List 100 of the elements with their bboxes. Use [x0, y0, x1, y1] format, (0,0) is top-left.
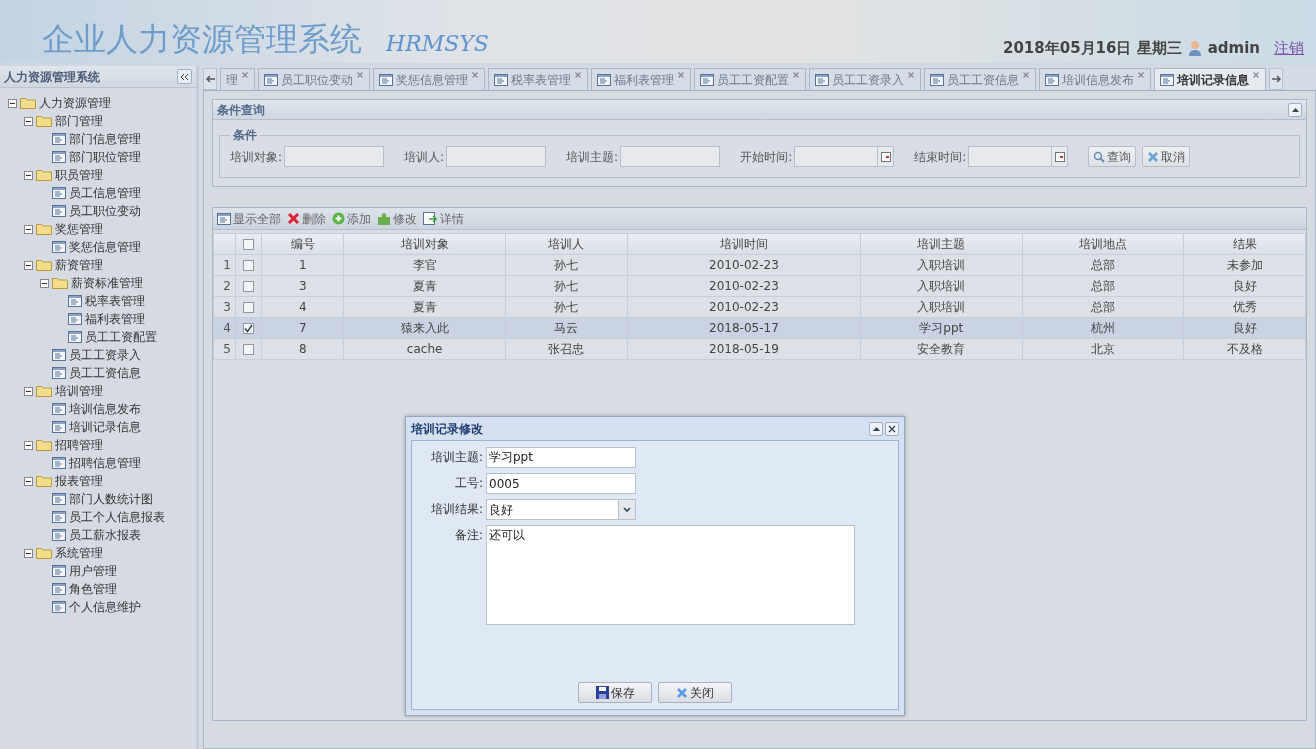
tree-item[interactable]: 培训记录信息: [69, 418, 141, 436]
tree-item[interactable]: 部门职位管理: [69, 148, 141, 166]
close-button[interactable]: 关闭: [658, 682, 732, 703]
save-button[interactable]: 保存: [578, 682, 652, 703]
tree-item[interactable]: 培训管理: [55, 382, 103, 400]
check-icon: [244, 324, 253, 333]
collapse-toggle[interactable]: [24, 170, 33, 180]
checkbox[interactable]: [243, 344, 254, 355]
close-icon[interactable]: [574, 71, 582, 79]
close-button[interactable]: [885, 421, 899, 436]
date-field[interactable]: [968, 146, 1069, 167]
close-icon[interactable]: [1137, 71, 1145, 79]
column-header[interactable]: 培训地点: [1022, 233, 1184, 255]
scroll-right-button[interactable]: [1269, 68, 1283, 90]
notes-field[interactable]: 还可以: [486, 525, 855, 625]
tree-item[interactable]: 员工薪水报表: [69, 526, 141, 544]
date-field[interactable]: [794, 146, 895, 167]
tree-item[interactable]: 用户管理: [69, 562, 117, 580]
collapse-toggle[interactable]: [24, 548, 33, 558]
tree-item[interactable]: 员工信息管理: [69, 184, 141, 202]
column-header[interactable]: 编号: [261, 233, 344, 255]
page-icon: [815, 73, 829, 86]
tree-item[interactable]: 福利表管理: [85, 310, 145, 328]
tree-item[interactable]: 职员管理: [55, 166, 103, 184]
tree-item[interactable]: 部门管理: [55, 112, 103, 130]
tree-item[interactable]: 奖惩信息管理: [69, 238, 141, 256]
select-field[interactable]: 良好: [486, 499, 636, 520]
toolbar-button[interactable]: 添加: [332, 209, 371, 228]
column-header[interactable]: 培训主题: [860, 233, 1022, 255]
collapse-toggle[interactable]: [24, 116, 33, 126]
checkbox[interactable]: [243, 281, 254, 292]
close-icon[interactable]: [677, 71, 685, 79]
tree-item[interactable]: 招聘管理: [55, 436, 103, 454]
collapse-button[interactable]: [869, 421, 883, 436]
checkbox[interactable]: [243, 260, 254, 271]
tree-item[interactable]: 薪资标准管理: [71, 274, 143, 292]
tree-item[interactable]: 员工工资信息: [69, 364, 141, 382]
toolbar-button[interactable]: 修改: [377, 209, 417, 228]
collapse-toggle[interactable]: [24, 260, 33, 270]
field-label: 培训对象:: [230, 148, 283, 166]
tree-item[interactable]: 个人信息维护: [69, 598, 141, 616]
collapse-toggle[interactable]: [24, 224, 33, 234]
cancel-button[interactable]: 取消: [1142, 146, 1191, 167]
collapse-toggle[interactable]: [8, 98, 17, 108]
close-icon[interactable]: [241, 71, 249, 79]
collapse-toggle[interactable]: [24, 440, 33, 450]
close-icon[interactable]: [1022, 71, 1030, 79]
tree-item[interactable]: 角色管理: [69, 580, 117, 598]
collapse-button[interactable]: [177, 69, 192, 84]
tree-item[interactable]: 薪资管理: [55, 256, 103, 274]
collapse-button[interactable]: [1288, 102, 1302, 117]
logout-link[interactable]: 注销: [1274, 36, 1304, 59]
tab[interactable]: 培训记录信息: [1154, 68, 1266, 90]
column-header[interactable]: 培训时间: [627, 233, 861, 255]
folder-icon: [36, 223, 52, 235]
checkbox[interactable]: [243, 323, 254, 334]
search-button[interactable]: 查询: [1088, 146, 1137, 167]
text-field[interactable]: [620, 146, 721, 167]
tree-item[interactable]: 培训信息发布: [69, 400, 141, 418]
table-row[interactable]: 3 4 夏青 孙七 2010-02-23 入职培训 总部 优秀: [213, 296, 1306, 318]
table-cell: 1: [261, 254, 344, 276]
close-icon[interactable]: [1252, 71, 1260, 79]
tree-item[interactable]: 人力资源管理: [39, 94, 111, 112]
tree-item[interactable]: 员工个人信息报表: [69, 508, 165, 526]
text-field[interactable]: 0005: [486, 473, 636, 494]
panel-title: 条件查询: [217, 101, 265, 119]
table-row[interactable]: 5 8 cache 张召忠 2018-05-19 安全教育 北京 不及格: [213, 338, 1306, 360]
tree-item[interactable]: 员工职位变动: [69, 202, 141, 220]
tree-item[interactable]: 系统管理: [55, 544, 103, 562]
text-field[interactable]: [446, 146, 547, 167]
checkbox[interactable]: [243, 239, 254, 250]
scroll-left-button[interactable]: [203, 68, 217, 90]
column-header[interactable]: 培训对象: [343, 233, 506, 255]
close-icon[interactable]: [471, 71, 479, 79]
checkbox[interactable]: [243, 302, 254, 313]
toolbar-button[interactable]: 删除: [287, 209, 326, 228]
toolbar-button[interactable]: 详情: [423, 209, 464, 228]
tree-item[interactable]: 部门信息管理: [69, 130, 141, 148]
collapse-toggle[interactable]: [40, 278, 49, 288]
table-row[interactable]: 2 3 夏青 孙七 2010-02-23 入职培训 总部 良好: [213, 275, 1306, 297]
column-header[interactable]: 培训人: [505, 233, 628, 255]
close-icon[interactable]: [792, 71, 800, 79]
collapse-toggle[interactable]: [24, 476, 33, 486]
table-row[interactable]: 1 1 李官 孙七 2010-02-23 入职培训 总部 未参加: [213, 254, 1306, 276]
table-row[interactable]: 4 7 猿来入此 马云 2018-05-17 学习ppt 杭州 良好: [213, 317, 1306, 339]
tree-item[interactable]: 报表管理: [55, 472, 103, 490]
tree-item[interactable]: 部门人数统计图: [69, 490, 153, 508]
tree-item[interactable]: 员工工资配置: [85, 328, 157, 346]
text-field[interactable]: 学习ppt: [486, 447, 636, 468]
column-header[interactable]: 结果: [1183, 233, 1306, 255]
tree-item[interactable]: 招聘信息管理: [69, 454, 141, 472]
text-field[interactable]: [284, 146, 385, 167]
tree-item[interactable]: 税率表管理: [85, 292, 145, 310]
tree-item[interactable]: 奖惩管理: [55, 220, 103, 238]
toolbar-button[interactable]: 显示全部: [217, 209, 281, 228]
close-icon[interactable]: [907, 71, 915, 79]
collapse-toggle[interactable]: [24, 386, 33, 396]
date-text: 2018年05月16日 星期三: [1002, 37, 1182, 59]
close-icon[interactable]: [356, 71, 364, 79]
tree-item[interactable]: 员工工资录入: [69, 346, 141, 364]
